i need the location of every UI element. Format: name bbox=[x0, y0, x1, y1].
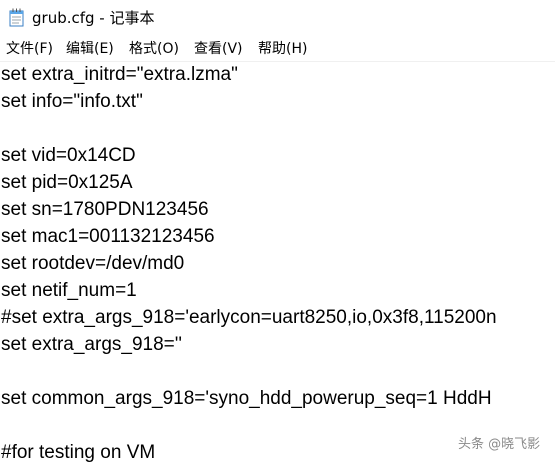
menu-bar: 文件(F) 编辑(E) 格式(O) 查看(V) 帮助(H) bbox=[0, 36, 555, 62]
text-editor-area[interactable]: set extra_initrd="extra.lzma" set info="… bbox=[0, 62, 555, 465]
menu-help[interactable]: 帮助(H) bbox=[258, 40, 307, 58]
text-line: set extra_args_918='' bbox=[1, 334, 183, 355]
text-line: set sn=1780PDN123456 bbox=[1, 199, 209, 220]
menu-view[interactable]: 查看(V) bbox=[194, 40, 243, 58]
text-line: set rootdev=/dev/md0 bbox=[1, 253, 185, 274]
notepad-window: grub.cfg - 记事本 文件(F) 编辑(E) 格式(O) 查看(V) 帮… bbox=[0, 0, 555, 465]
watermark-label: 头条 @晓飞影 bbox=[458, 437, 541, 452]
menu-file[interactable]: 文件(F) bbox=[6, 40, 53, 58]
menu-edit[interactable]: 编辑(E) bbox=[66, 40, 114, 58]
title-bar: grub.cfg - 记事本 bbox=[0, 0, 555, 36]
text-line: #for testing on VM bbox=[1, 442, 156, 463]
text-line: #set extra_args_918='earlycon=uart8250,i… bbox=[1, 307, 497, 328]
text-line: set pid=0x125A bbox=[1, 172, 133, 193]
notepad-icon bbox=[9, 8, 24, 27]
window-title: grub.cfg - 记事本 bbox=[32, 9, 155, 27]
text-line: set extra_initrd="extra.lzma" bbox=[1, 64, 238, 85]
text-line: set netif_num=1 bbox=[1, 280, 137, 301]
text-line: set info="info.txt" bbox=[1, 91, 143, 112]
text-line: set mac1=001132123456 bbox=[1, 226, 215, 247]
text-line: set common_args_918='syno_hdd_powerup_se… bbox=[1, 388, 492, 409]
text-line: set vid=0x14CD bbox=[1, 145, 136, 166]
menu-format[interactable]: 格式(O) bbox=[129, 40, 179, 58]
